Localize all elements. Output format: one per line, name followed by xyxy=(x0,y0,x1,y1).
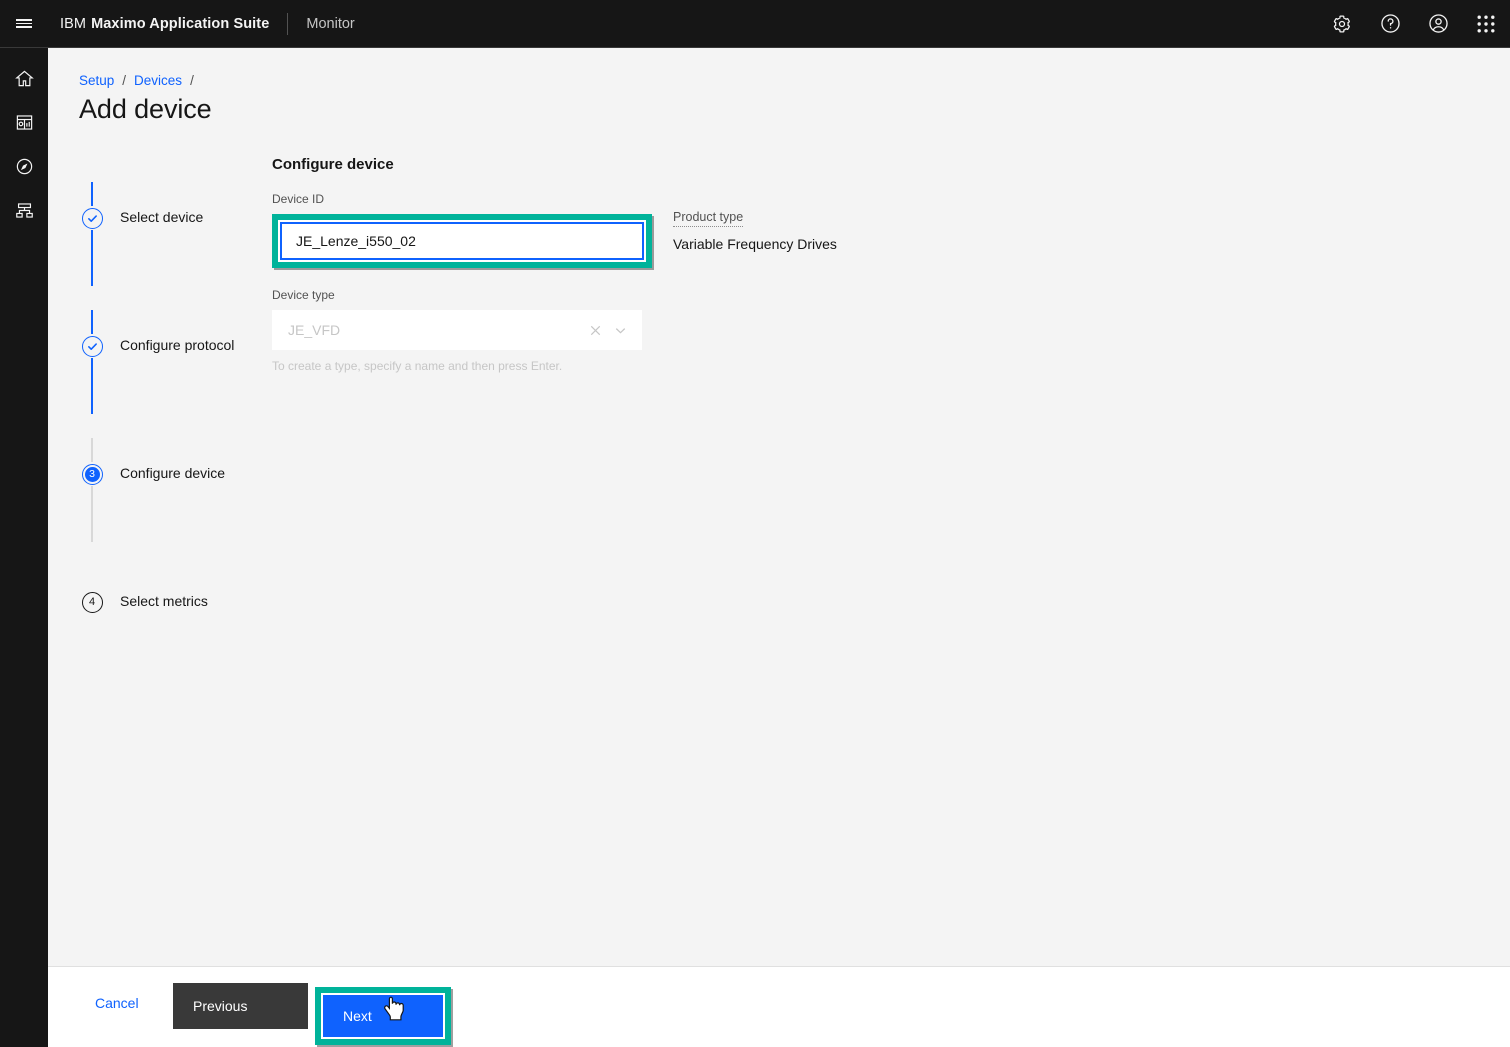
hamburger-bar xyxy=(16,18,32,21)
device-id-highlight-inner xyxy=(278,220,646,262)
close-icon[interactable] xyxy=(588,323,603,338)
device-type-combobox[interactable]: JE_VFD xyxy=(272,310,642,350)
chevron-down-icon[interactable] xyxy=(613,323,628,338)
device-type-value: JE_VFD xyxy=(288,322,341,338)
header-divider xyxy=(287,12,289,35)
dashboard-icon[interactable] xyxy=(0,106,48,138)
step-connector-2-3 xyxy=(91,310,93,414)
step-configure-protocol[interactable]: Configure protocol xyxy=(80,334,234,358)
product-type-block: Product type Variable Frequency Drives xyxy=(673,208,837,252)
page-title: Add device xyxy=(79,94,212,124)
next-highlight-inner: Next xyxy=(321,993,445,1039)
step-label: Select metrics xyxy=(120,593,208,609)
help-icon[interactable] xyxy=(1366,0,1414,47)
device-id-input[interactable] xyxy=(280,222,644,260)
step-configure-device[interactable]: 3 Configure device xyxy=(80,462,225,486)
hierarchy-icon[interactable] xyxy=(0,194,48,226)
device-id-highlight-box xyxy=(272,214,652,268)
device-type-label: Device type xyxy=(272,288,335,302)
product-type-label: Product type xyxy=(673,210,744,227)
breadcrumb-separator: / xyxy=(190,73,194,88)
breadcrumb-item-devices[interactable]: Devices xyxy=(134,73,182,88)
home-icon[interactable] xyxy=(0,62,48,94)
step-connector-1-2 xyxy=(91,182,93,286)
next-button[interactable]: Next xyxy=(323,995,443,1037)
wizard-footer: Cancel Previous Next xyxy=(48,966,1510,1047)
breadcrumb-item-setup[interactable]: Setup xyxy=(79,73,114,88)
step-number: 4 xyxy=(81,591,103,613)
device-type-helper-text: To create a type, specify a name and the… xyxy=(272,359,563,373)
breadcrumb-separator: / xyxy=(122,73,127,88)
step-connector-3-4 xyxy=(91,438,93,542)
step-label: Configure device xyxy=(120,465,226,481)
step-complete-icon xyxy=(80,206,104,230)
step-number: 3 xyxy=(84,466,100,482)
app-name: Monitor xyxy=(306,15,355,32)
global-header: IBM Maximo Application Suite Monitor xyxy=(0,0,1510,48)
device-id-label: Device ID xyxy=(272,192,325,206)
product-type-value: Variable Frequency Drives xyxy=(673,236,837,252)
header-actions xyxy=(1318,0,1510,47)
step-label: Select device xyxy=(120,209,204,225)
form-heading: Configure device xyxy=(272,156,394,173)
breadcrumb: Setup / Devices / xyxy=(79,73,202,88)
settings-icon[interactable] xyxy=(1318,0,1366,47)
step-select-metrics[interactable]: 4 Select metrics xyxy=(80,590,208,614)
explore-icon[interactable] xyxy=(0,150,48,182)
application-window: IBM Maximo Application Suite Monitor Set… xyxy=(0,0,1510,1047)
brand-prefix: IBM xyxy=(60,15,87,32)
brand-name: Maximo Application Suite xyxy=(91,15,270,32)
hamburger-icon[interactable] xyxy=(0,0,48,47)
step-select-device[interactable]: Select device xyxy=(80,206,203,230)
step-complete-icon xyxy=(80,334,104,358)
step-incomplete-icon: 4 xyxy=(80,590,104,614)
cancel-button[interactable]: Cancel xyxy=(95,995,139,1011)
hamburger-bar xyxy=(16,26,32,29)
side-navigation-rail xyxy=(0,48,48,1047)
previous-button[interactable]: Previous xyxy=(173,983,308,1029)
main-content-area: Setup / Devices / Add device Select devi… xyxy=(48,48,1510,966)
step-label: Configure protocol xyxy=(120,337,235,353)
device-type-controls xyxy=(588,323,642,338)
step-current-icon: 3 xyxy=(80,462,104,486)
configure-device-form: Configure device Device ID Device type J… xyxy=(272,156,972,374)
user-avatar-icon[interactable] xyxy=(1414,0,1462,47)
next-highlight-box: Next xyxy=(315,987,451,1045)
brand-title[interactable]: IBM Maximo Application Suite xyxy=(60,16,269,32)
app-switcher-icon[interactable] xyxy=(1462,0,1510,47)
hamburger-bar xyxy=(16,22,32,25)
